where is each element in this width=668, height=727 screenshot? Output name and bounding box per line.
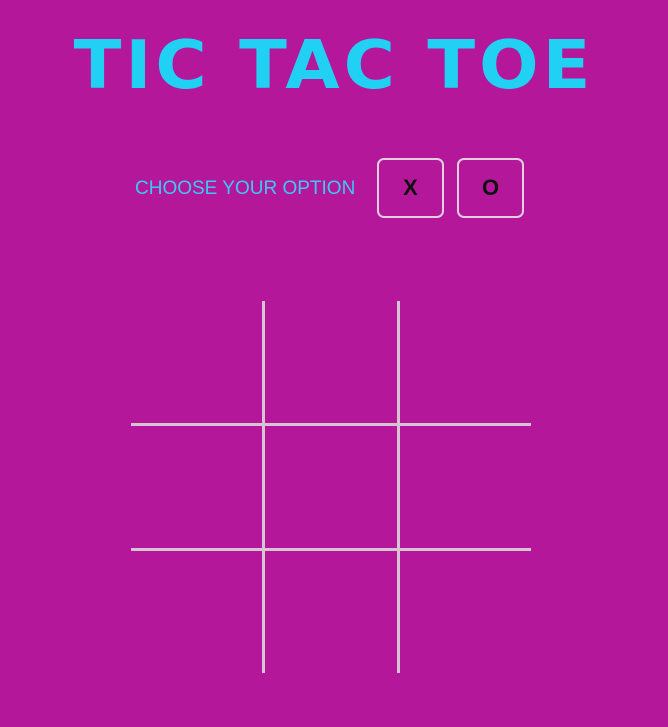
board-cell-6[interactable] (401, 427, 531, 548)
grid-line-horizontal-1 (131, 423, 531, 426)
board-cell-9[interactable] (401, 551, 531, 673)
board-cell-8[interactable] (266, 551, 398, 673)
board-cell-1[interactable] (131, 301, 263, 424)
grid-line-vertical-2 (397, 301, 400, 673)
choose-o-button[interactable]: O (457, 158, 524, 218)
game-title: TIC TAC TOE (73, 26, 595, 104)
player-option-chooser: CHOOSE YOUR OPTION X O (0, 158, 668, 220)
board-cell-5[interactable] (266, 427, 398, 548)
board-cell-3[interactable] (401, 301, 531, 424)
board-cell-2[interactable] (266, 301, 398, 424)
game-board (131, 301, 531, 673)
grid-line-vertical-1 (262, 301, 265, 673)
choose-option-label: CHOOSE YOUR OPTION (135, 178, 356, 199)
board-cell-7[interactable] (131, 551, 263, 673)
choose-x-button[interactable]: X (377, 158, 444, 218)
board-cell-4[interactable] (131, 427, 263, 548)
grid-line-horizontal-2 (131, 548, 531, 551)
